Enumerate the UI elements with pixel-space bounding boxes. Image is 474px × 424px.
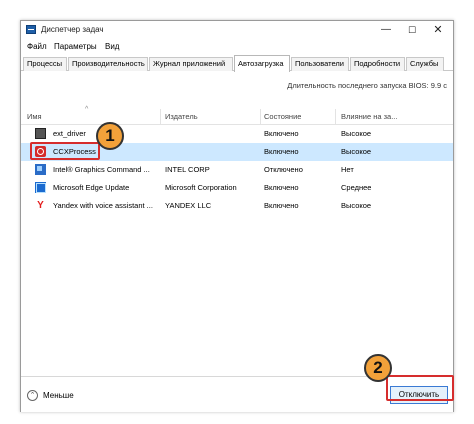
column-publisher[interactable]: Издатель	[165, 112, 198, 121]
row-impact: Высокое	[341, 201, 372, 210]
row-status: Включено	[264, 147, 299, 156]
ccx-highlight-frame	[30, 142, 100, 160]
column-name[interactable]: Имя	[27, 112, 42, 121]
row-name: Microsoft Edge Update	[53, 183, 130, 192]
minimize-button[interactable]: —	[373, 21, 399, 39]
tab-processes[interactable]: Процессы	[23, 57, 67, 71]
row-impact: Нет	[341, 165, 354, 174]
disable-button-highlight-frame	[386, 375, 454, 401]
driver-icon	[35, 128, 46, 139]
step-1-callout: 1	[96, 122, 124, 150]
table-row[interactable]: Y Yandex with voice assistant ... YANDEX…	[21, 197, 453, 215]
row-status: Включено	[264, 129, 299, 138]
maximize-button[interactable]: ☐	[399, 21, 425, 39]
task-manager-icon	[26, 25, 36, 34]
row-name: Yandex with voice assistant ...	[53, 201, 153, 210]
bios-duration: Длительность последнего запуска BIOS: 9.…	[21, 81, 447, 90]
row-status: Отключено	[264, 165, 303, 174]
close-button[interactable]: ✕	[425, 21, 451, 39]
menu-view[interactable]: Вид	[105, 42, 119, 51]
titlebar: Диспетчер задач — ☐ ✕	[21, 21, 453, 39]
task-manager-window: Диспетчер задач — ☐ ✕ Файл Параметры Вид…	[20, 20, 454, 412]
window-title: Диспетчер задач	[41, 25, 104, 34]
column-impact[interactable]: Влияние на за...	[341, 112, 411, 121]
tab-details[interactable]: Подробности	[350, 57, 405, 71]
row-impact: Высокое	[341, 147, 372, 156]
tab-performance[interactable]: Производительность	[68, 57, 148, 71]
intel-icon	[35, 164, 46, 175]
column-divider[interactable]	[260, 109, 261, 125]
yandex-icon: Y	[37, 200, 44, 211]
row-status: Включено	[264, 183, 299, 192]
column-divider[interactable]	[335, 109, 336, 125]
column-divider[interactable]	[160, 109, 161, 125]
table-row[interactable]: ext_driver Включено Высокое	[21, 125, 453, 143]
tab-startup[interactable]: Автозагрузка	[234, 55, 290, 72]
edge-icon	[35, 182, 46, 193]
table-header: Имя Издатель Состояние Влияние на за...	[21, 109, 453, 125]
row-publisher: Microsoft Corporation	[165, 183, 237, 192]
tab-bar: Процессы Производительность Журнал прило…	[21, 55, 453, 72]
menu-file[interactable]: Файл	[27, 42, 47, 51]
step-2-callout: 2	[364, 354, 392, 382]
fewer-details-link[interactable]: Меньше	[43, 391, 74, 400]
bios-label: Длительность последнего запуска BIOS:	[287, 81, 429, 90]
tab-users[interactable]: Пользователи	[291, 57, 349, 71]
menubar: Файл Параметры Вид	[21, 40, 453, 54]
row-impact: Среднее	[341, 183, 372, 192]
table-row[interactable]: Microsoft Edge Update Microsoft Corporat…	[21, 179, 453, 197]
row-name: Intel® Graphics Command ...	[53, 165, 150, 174]
row-status: Включено	[264, 201, 299, 210]
column-status[interactable]: Состояние	[264, 112, 301, 121]
menu-options[interactable]: Параметры	[54, 42, 97, 51]
row-publisher: INTEL CORP	[165, 165, 210, 174]
row-publisher: YANDEX LLC	[165, 201, 212, 210]
row-impact: Высокое	[341, 129, 372, 138]
tab-services[interactable]: Службы	[406, 57, 444, 71]
chevron-up-icon[interactable]: ⌃	[27, 390, 38, 401]
table-row[interactable]: Intel® Graphics Command ... INTEL CORP О…	[21, 161, 453, 179]
tab-app-history[interactable]: Журнал приложений	[149, 57, 233, 71]
bios-value: 9.9 с	[430, 81, 447, 90]
